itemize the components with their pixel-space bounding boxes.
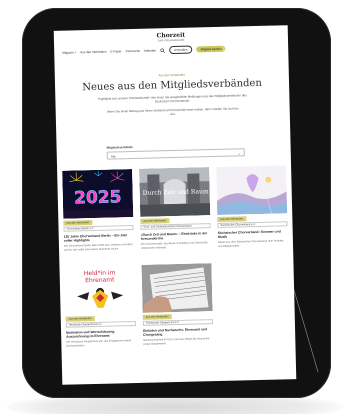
member-button[interactable]: Mitglied werden: [196, 45, 226, 53]
org-label[interactable]: Hessischer Sängerbund e.V.: [65, 320, 136, 328]
card-title[interactable]: Motivation und Wertschätzung: Auszeichnu…: [66, 329, 136, 339]
org-label[interactable]: Chor- und Orchesterverband Deutschland: [140, 223, 211, 230]
card-image-fireworks[interactable]: 2025: [62, 169, 134, 219]
main-nav: Magazin ˅ Aus den Verbänden E-Paper Chor…: [62, 43, 282, 56]
nav-item-kalender[interactable]: Kalender: [144, 48, 156, 52]
article-card[interactable]: Durch Zeit und Raum Aus den Verbänden Ch…: [139, 167, 211, 249]
chevron-down-icon: ⌄: [237, 150, 241, 156]
article-card[interactable]: Held*in im Ehrenamt Aus den Verbänden He…: [64, 265, 136, 347]
card-title[interactable]: 125 Jahre Chorverband Berlin – Ein Jahr …: [64, 233, 134, 243]
category-tag[interactable]: Aus den Verbänden: [217, 216, 247, 222]
login-button[interactable]: Anmelden: [168, 45, 193, 55]
card-description: Neues aus dem Sächsischen Chorverband üb…: [217, 239, 284, 248]
card-description: Nachwuchsarbeit im Chor und neue Wege de…: [143, 337, 210, 346]
card-image-church[interactable]: Durch Zeit und Raum: [139, 167, 211, 217]
site-logo[interactable]: Chorzeit DAS VOKALMAGAZIN: [154, 32, 188, 43]
filter-label: Mitgliedsverbände: [106, 145, 133, 150]
org-label[interactable]: Chorverband Berlin e.V.: [63, 225, 134, 232]
org-label[interactable]: Sächsischer Chorverband e.V.: [217, 221, 288, 228]
article-card[interactable]: Aus den Verbänden Sächsischer Chorverban…: [216, 165, 288, 247]
card-description: Ein Konzertprojekt, das Musik, Architekt…: [140, 241, 208, 250]
card-image-held[interactable]: Held*in im Ehrenamt: [64, 265, 136, 315]
landscape-image: [216, 165, 288, 215]
photo-scene: Chorzeit DAS VOKALMAGAZIN Magazin ˅ Aus …: [0, 0, 347, 414]
category-tag[interactable]: Aus den Verbänden: [140, 218, 170, 224]
card-title[interactable]: Sächsischer Chorverband: Sommer und Musi…: [218, 229, 288, 239]
article-card[interactable]: Aus den Verbänden Fränkischer Sängerbund…: [141, 263, 213, 345]
nav-item-chorsuche[interactable]: Chorsuche: [125, 49, 140, 53]
category-tag[interactable]: Aus den Verbänden: [63, 220, 93, 226]
verband-select[interactable]: Alle ⌄: [106, 148, 245, 160]
neon-year-text: 2025: [74, 187, 122, 208]
nav-item-epaper[interactable]: E-Paper: [110, 49, 121, 53]
verband-select-value: Alle: [110, 154, 116, 159]
hero-subtitle: Highlights aus unserer Chorlandschaft: H…: [98, 93, 247, 104]
hero-subtitle-2: Wenn Sie einen Beitrag aus Ihrem Verband…: [106, 106, 239, 117]
search-icon[interactable]: [160, 47, 165, 53]
card-title[interactable]: Einladen und Nachwuchs: Ehrenamt und Cho…: [143, 327, 213, 337]
card-image-sheet-music[interactable]: [141, 263, 213, 313]
card-description: Der Hessische Sängerbund ehrt das Engage…: [66, 339, 132, 348]
fireworks-image: 2025: [62, 169, 134, 219]
ehrenamt-text: Ehrenamt: [85, 276, 115, 284]
article-card[interactable]: 2025 Aus den Verbänden Chorverband Berli…: [62, 169, 134, 251]
logo-subtitle: DAS VOKALMAGAZIN: [157, 38, 185, 43]
category-tag[interactable]: Aus den Verbänden: [142, 314, 172, 320]
card-description: Der Chorverband Berlin feiert 2025 sein …: [63, 243, 133, 252]
category-tag[interactable]: Aus den Verbänden: [65, 316, 95, 322]
card-image-landscape[interactable]: [216, 165, 288, 215]
sheet-music-image: [141, 263, 213, 313]
held-image: Held*in im Ehrenamt: [64, 265, 136, 315]
nav-item-verbaende[interactable]: Aus den Verbänden: [80, 50, 106, 55]
card-title[interactable]: »Durch Zeit und Raum« – Eindrücke in der…: [141, 231, 211, 241]
church-image: Durch Zeit und Raum: [139, 167, 211, 217]
page-title: Neues aus den Mitgliedsverbänden: [82, 77, 262, 94]
tablet-screen: Chorzeit DAS VOKALMAGAZIN Magazin ˅ Aus …: [53, 25, 297, 385]
nav-item-magazin[interactable]: Magazin ˅: [62, 50, 76, 54]
org-label[interactable]: Fränkischer Sängerbund e.V.: [142, 319, 213, 326]
